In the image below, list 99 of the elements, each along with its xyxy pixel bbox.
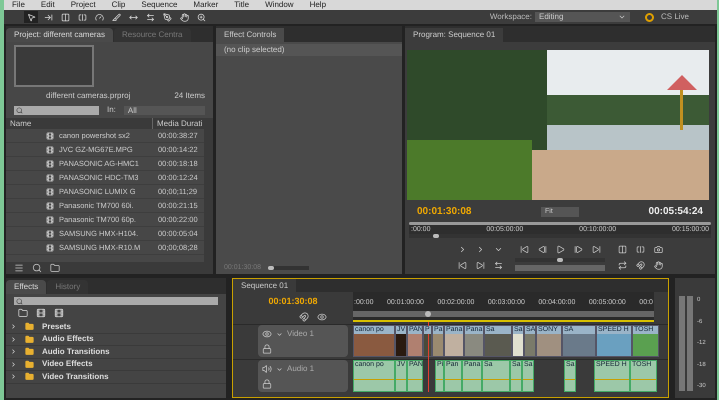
track-name: Video 1: [287, 328, 314, 340]
columns-icon: [618, 244, 626, 254]
menu-item[interactable]: Window: [265, 0, 294, 10]
step-forward-icon: [574, 244, 582, 254]
workspace-dropdown[interactable]: Editing: [534, 12, 630, 22]
ripple-edit-icon: [60, 12, 70, 22]
arrows-icon: [494, 260, 502, 270]
search-icon: [16, 298, 23, 304]
step-back-icon: [538, 244, 546, 254]
menu-item[interactable]: Project: [70, 0, 96, 10]
magnet-icon: [636, 260, 644, 270]
rolling-edit-icon: [78, 12, 86, 22]
panel-tab[interactable]: Program: Sequence 01: [405, 28, 504, 42]
effects-folder[interactable]: Audio Transitions: [6, 346, 226, 358]
razor-icon: [112, 12, 120, 22]
search-icon: [16, 106, 23, 114]
duration-timecode: 00:05:54:24: [648, 205, 703, 219]
eye-icon: [262, 329, 272, 339]
film-icon: [46, 174, 54, 182]
skip-forward-icon: [592, 244, 600, 254]
skip-back-icon: [520, 244, 528, 254]
pointer-tool[interactable]: [24, 11, 38, 23]
film-icon: [46, 188, 54, 196]
zoom-slider-thumb[interactable]: [268, 266, 274, 270]
caret-icon: [276, 330, 283, 338]
cs-live-icon: [644, 12, 654, 22]
effects-folder[interactable]: Audio Effects: [6, 334, 226, 346]
camera-icon: [654, 244, 662, 254]
panel-tab[interactable]: Effect Controls: [216, 28, 284, 42]
film-icon: [36, 308, 46, 318]
film-icon: [46, 132, 54, 140]
menu-item[interactable]: File: [12, 0, 25, 10]
slip-icon: [128, 12, 138, 22]
shuttle-slider-thumb[interactable]: [557, 258, 563, 262]
list-view-icon: [14, 263, 24, 273]
skip-back-icon: [458, 260, 466, 270]
lock-icon: [262, 344, 272, 354]
gauge-icon: [94, 12, 104, 22]
pointer-icon: [26, 12, 36, 22]
skip-forward-icon: [476, 260, 484, 270]
hand-icon: [180, 12, 188, 22]
menu-item[interactable]: Sequence: [141, 0, 178, 10]
sequence-timecode: 00:01:30:08: [268, 295, 318, 308]
menu-item[interactable]: Edit: [40, 0, 55, 10]
speaker-icon: [262, 364, 272, 374]
zoom-icon: [196, 12, 206, 22]
film-icon: [46, 230, 54, 238]
panel-tab[interactable]: Sequence 01: [233, 279, 296, 292]
new-bin-icon: [18, 308, 28, 318]
track-name: Audio 1: [287, 363, 314, 375]
effects-search-field[interactable]: [14, 297, 218, 305]
snap-icon: [299, 312, 309, 322]
effects-folder[interactable]: Presets: [6, 321, 226, 334]
playhead-line: [428, 322, 430, 392]
play-icon: [556, 244, 564, 254]
film-icon: [46, 160, 54, 168]
in-label: In:: [107, 104, 116, 116]
menu-item[interactable]: Marker: [193, 0, 218, 10]
menu-item[interactable]: Title: [234, 0, 250, 10]
hand-icon: [654, 260, 662, 270]
slide-icon: [146, 12, 154, 22]
project-file-name: different cameras.prproj: [46, 90, 130, 102]
track-select-icon: [44, 12, 52, 22]
film-icon: [46, 146, 54, 154]
panel-tab[interactable]: Project: different cameras: [6, 28, 114, 42]
timeline-playhead-thumb[interactable]: [425, 310, 432, 318]
loop-icon: [618, 260, 626, 270]
effects-folder[interactable]: Video Transitions: [6, 371, 226, 384]
lock-icon: [262, 379, 272, 389]
menu-item[interactable]: Clip: [112, 0, 126, 10]
search-field[interactable]: [14, 106, 99, 114]
film-icon: [46, 202, 54, 210]
find-icon: [32, 263, 42, 273]
monitor-playhead-thumb[interactable]: [433, 234, 440, 238]
marker-icon: [317, 312, 327, 322]
folder-icon: [25, 322, 34, 332]
caret-icon: [276, 366, 283, 372]
folder-icon: [25, 334, 34, 344]
panel-tab[interactable]: Effects: [6, 280, 46, 294]
effects-folder[interactable]: Video Effects: [6, 358, 226, 371]
film-icon: [46, 216, 54, 224]
column-header[interactable]: Name: [6, 118, 152, 129]
item-count: 24 Items: [174, 90, 205, 102]
in-dropdown[interactable]: All: [124, 106, 205, 114]
cs-live-label[interactable]: CS Live: [660, 11, 689, 23]
current-timecode: 00:01:30:08: [417, 205, 472, 219]
split-square-icon: [636, 244, 644, 254]
caret-icon: [618, 13, 626, 21]
film-icon: [54, 308, 64, 318]
folder-icon: [50, 263, 60, 273]
folder-icon: [25, 347, 34, 356]
menu-item[interactable]: Help: [310, 0, 326, 10]
status-text: (no clip selected): [216, 44, 402, 56]
film-icon: [46, 244, 54, 252]
workspace-label: Workspace:: [490, 11, 532, 23]
pen-icon: [162, 12, 172, 22]
column-header[interactable]: Media Durati: [152, 118, 204, 129]
folder-icon: [25, 372, 34, 382]
folder-icon: [25, 360, 34, 369]
